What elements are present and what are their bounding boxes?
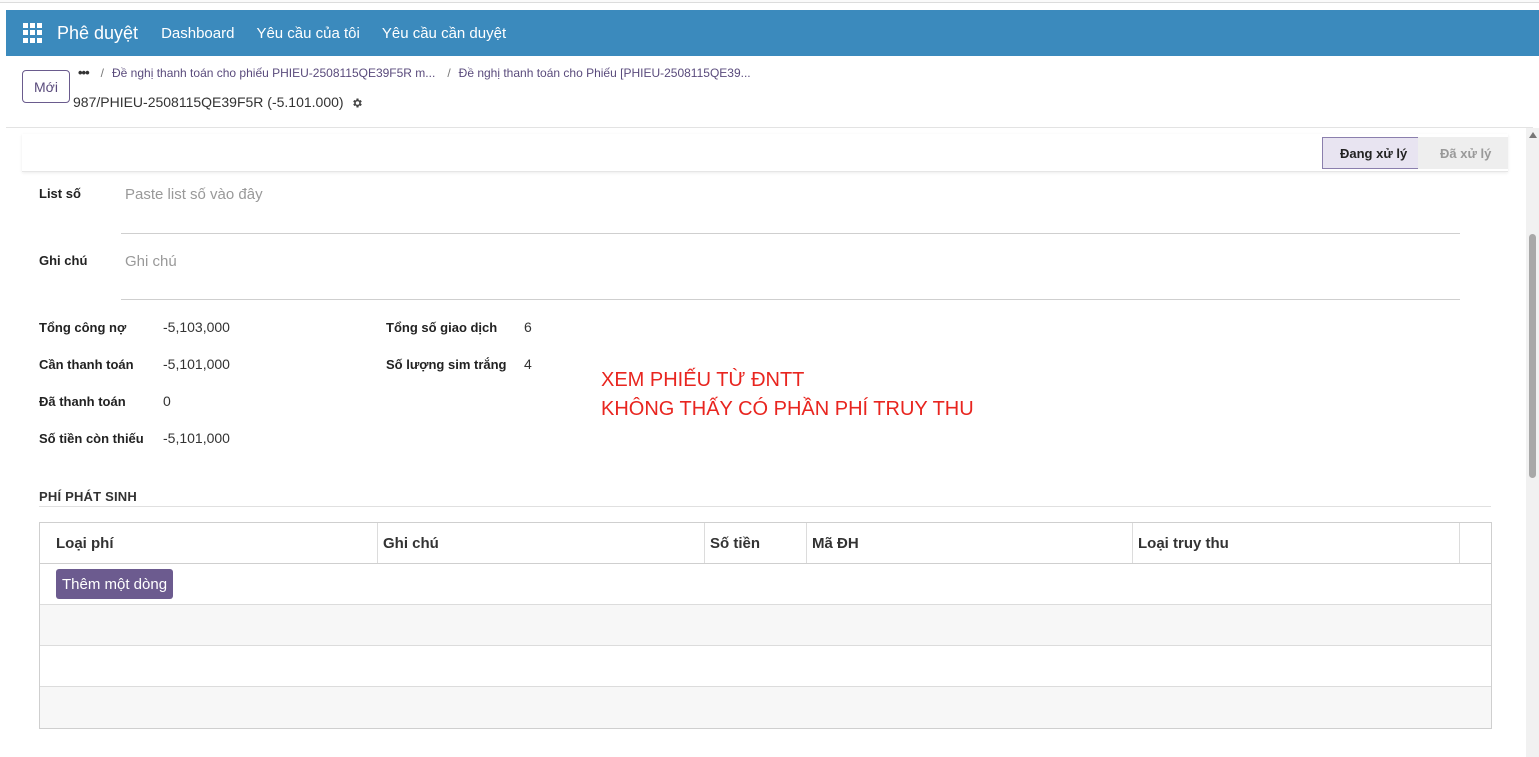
red-annotation: XEM PHIẾU TỪ ĐNTT KHÔNG THẤY CÓ PHẦN PHÍ… — [601, 366, 974, 424]
so-tien-con-thieu-value: -5,101,000 — [163, 430, 230, 446]
nav-dashboard[interactable]: Dashboard — [161, 25, 234, 42]
status-bar: Đang xử lý Đã xử lý — [1322, 137, 1508, 169]
tong-so-giao-dich-label: Tổng số giao dịch — [386, 320, 498, 335]
scroll-up-icon[interactable] — [1529, 132, 1537, 138]
ghi-chu-input[interactable]: Ghi chú — [125, 253, 177, 270]
col-so-tien[interactable]: Số tiền — [705, 523, 807, 563]
table-row — [40, 687, 1491, 728]
annotation-line-1: XEM PHIẾU TỪ ĐNTT — [601, 369, 805, 391]
table-row — [40, 605, 1491, 646]
so-tien-con-thieu-label: Số tiền còn thiếu — [39, 431, 144, 446]
ellipsis-icon[interactable]: ••• — [78, 65, 90, 80]
fees-table: Loại phí Ghi chú Số tiền Mã ĐH Loại truy… — [39, 522, 1492, 729]
tong-so-giao-dich-value: 6 — [524, 319, 532, 335]
so-luong-sim-trang-value: 4 — [524, 356, 532, 372]
col-loai-truy-thu[interactable]: Loại truy thu — [1133, 523, 1460, 563]
browser-top-strip — [0, 0, 1539, 10]
ghi-chu-label: Ghi chú — [39, 253, 88, 268]
tong-cong-no-value: -5,103,000 — [163, 319, 230, 335]
form-header: Đang xử lý Đã xử lý — [22, 134, 1508, 172]
nav-requests-to-approve[interactable]: Yêu cầu cần duyệt — [382, 25, 506, 42]
list-so-input[interactable]: Paste list số vào đây — [125, 186, 263, 203]
stage-processed[interactable]: Đã xử lý — [1418, 137, 1508, 169]
table-row: Thêm một dòng — [40, 564, 1491, 605]
da-thanh-toan-value: 0 — [163, 393, 171, 409]
fees-section-divider — [39, 506, 1491, 507]
can-thanh-toan-value: -5,101,000 — [163, 356, 230, 372]
apps-grid-icon[interactable] — [23, 23, 43, 43]
col-loai-phi[interactable]: Loại phí — [40, 523, 378, 563]
so-luong-sim-trang-label: Số lượng sim trắng — [386, 357, 507, 372]
fees-section-title: PHÍ PHÁT SINH — [39, 489, 137, 504]
top-navbar: Phê duyệt Dashboard Yêu cầu của tôi Yêu … — [6, 10, 1539, 56]
can-thanh-toan-label: Cần thanh toán — [39, 357, 134, 372]
tong-cong-no-label: Tổng công nợ — [39, 320, 127, 335]
col-actions — [1460, 523, 1491, 563]
add-line-button[interactable]: Thêm một dòng — [56, 569, 174, 599]
da-thanh-toan-label: Đã thanh toán — [39, 394, 126, 409]
ghi-chu-underline — [121, 299, 1460, 300]
app-brand[interactable]: Phê duyệt — [57, 23, 138, 44]
record-title: 987/PHIEU-2508115QE39F5R (-5.101.000) — [73, 94, 363, 110]
control-panel: Mới ••• / Đề nghị thanh toán cho phiếu P… — [6, 56, 1533, 128]
breadcrumb-item-2[interactable]: Đề nghị thanh toán cho Phiếu [PHIEU-2508… — [459, 66, 751, 80]
annotation-line-2: KHÔNG THẤY CÓ PHẦN PHÍ TRUY THU — [601, 398, 974, 420]
breadcrumb-item-1[interactable]: Đề nghị thanh toán cho phiếu PHIEU-25081… — [112, 66, 435, 80]
gear-icon[interactable] — [351, 96, 363, 108]
col-ma-dh[interactable]: Mã ĐH — [807, 523, 1133, 563]
scroll-thumb[interactable] — [1529, 234, 1536, 478]
nav-my-requests[interactable]: Yêu cầu của tôi — [256, 25, 359, 42]
vertical-scrollbar[interactable] — [1526, 128, 1539, 757]
col-ghi-chu[interactable]: Ghi chú — [378, 523, 705, 563]
list-so-underline — [121, 233, 1460, 234]
fees-table-header: Loại phí Ghi chú Số tiền Mã ĐH Loại truy… — [40, 523, 1491, 564]
breadcrumb: ••• / Đề nghị thanh toán cho phiếu PHIEU… — [78, 65, 751, 80]
stage-processing[interactable]: Đang xử lý — [1322, 137, 1430, 169]
table-row — [40, 646, 1491, 687]
new-button[interactable]: Mới — [22, 70, 70, 103]
list-so-label: List số — [39, 186, 81, 201]
record-title-text: 987/PHIEU-2508115QE39F5R (-5.101.000) — [73, 94, 344, 110]
